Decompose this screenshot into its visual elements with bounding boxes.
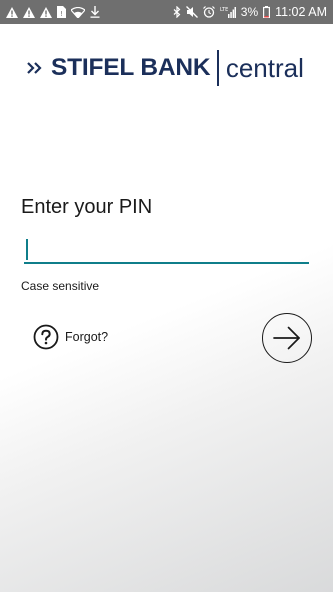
battery-percent: 3% [240,5,259,19]
submit-pin-button[interactable] [262,313,312,363]
battery-icon [263,6,271,18]
warning-icon [6,6,18,18]
mute-icon [185,6,198,18]
help-circle-icon [33,324,59,350]
warning-icon [23,6,35,18]
clock: 11:02 AM [275,5,327,19]
brand-logo: STIFEL BANK central [25,48,304,88]
case-sensitive-hint: Case sensitive [21,279,100,293]
wifi-icon [71,6,85,18]
svg-text:!: ! [60,10,63,18]
alarm-icon [202,6,215,18]
pin-input[interactable] [24,234,309,264]
brand-product: central [225,52,304,83]
status-bar: ! LTE 3% 11:02 AM [0,0,333,24]
text-cursor [26,239,28,260]
warning-icon [40,6,52,18]
forgot-label: Forgot? [65,330,109,344]
signal-icon: LTE [220,7,236,18]
brand-divider [217,50,219,86]
status-right-icons: LTE 3% 11:02 AM [173,0,327,24]
forgot-pin-link[interactable]: Forgot? [33,324,108,350]
sim-icon: ! [57,6,66,18]
arrow-right-icon [273,326,300,350]
page-title: Enter your PIN [21,196,153,218]
brand-name: STIFEL BANK [51,54,211,81]
bluetooth-icon [173,6,181,18]
double-chevron-icon [27,62,42,74]
status-left-icons: ! [6,0,100,24]
download-icon [90,6,100,18]
svg-text:LTE: LTE [220,7,228,13]
